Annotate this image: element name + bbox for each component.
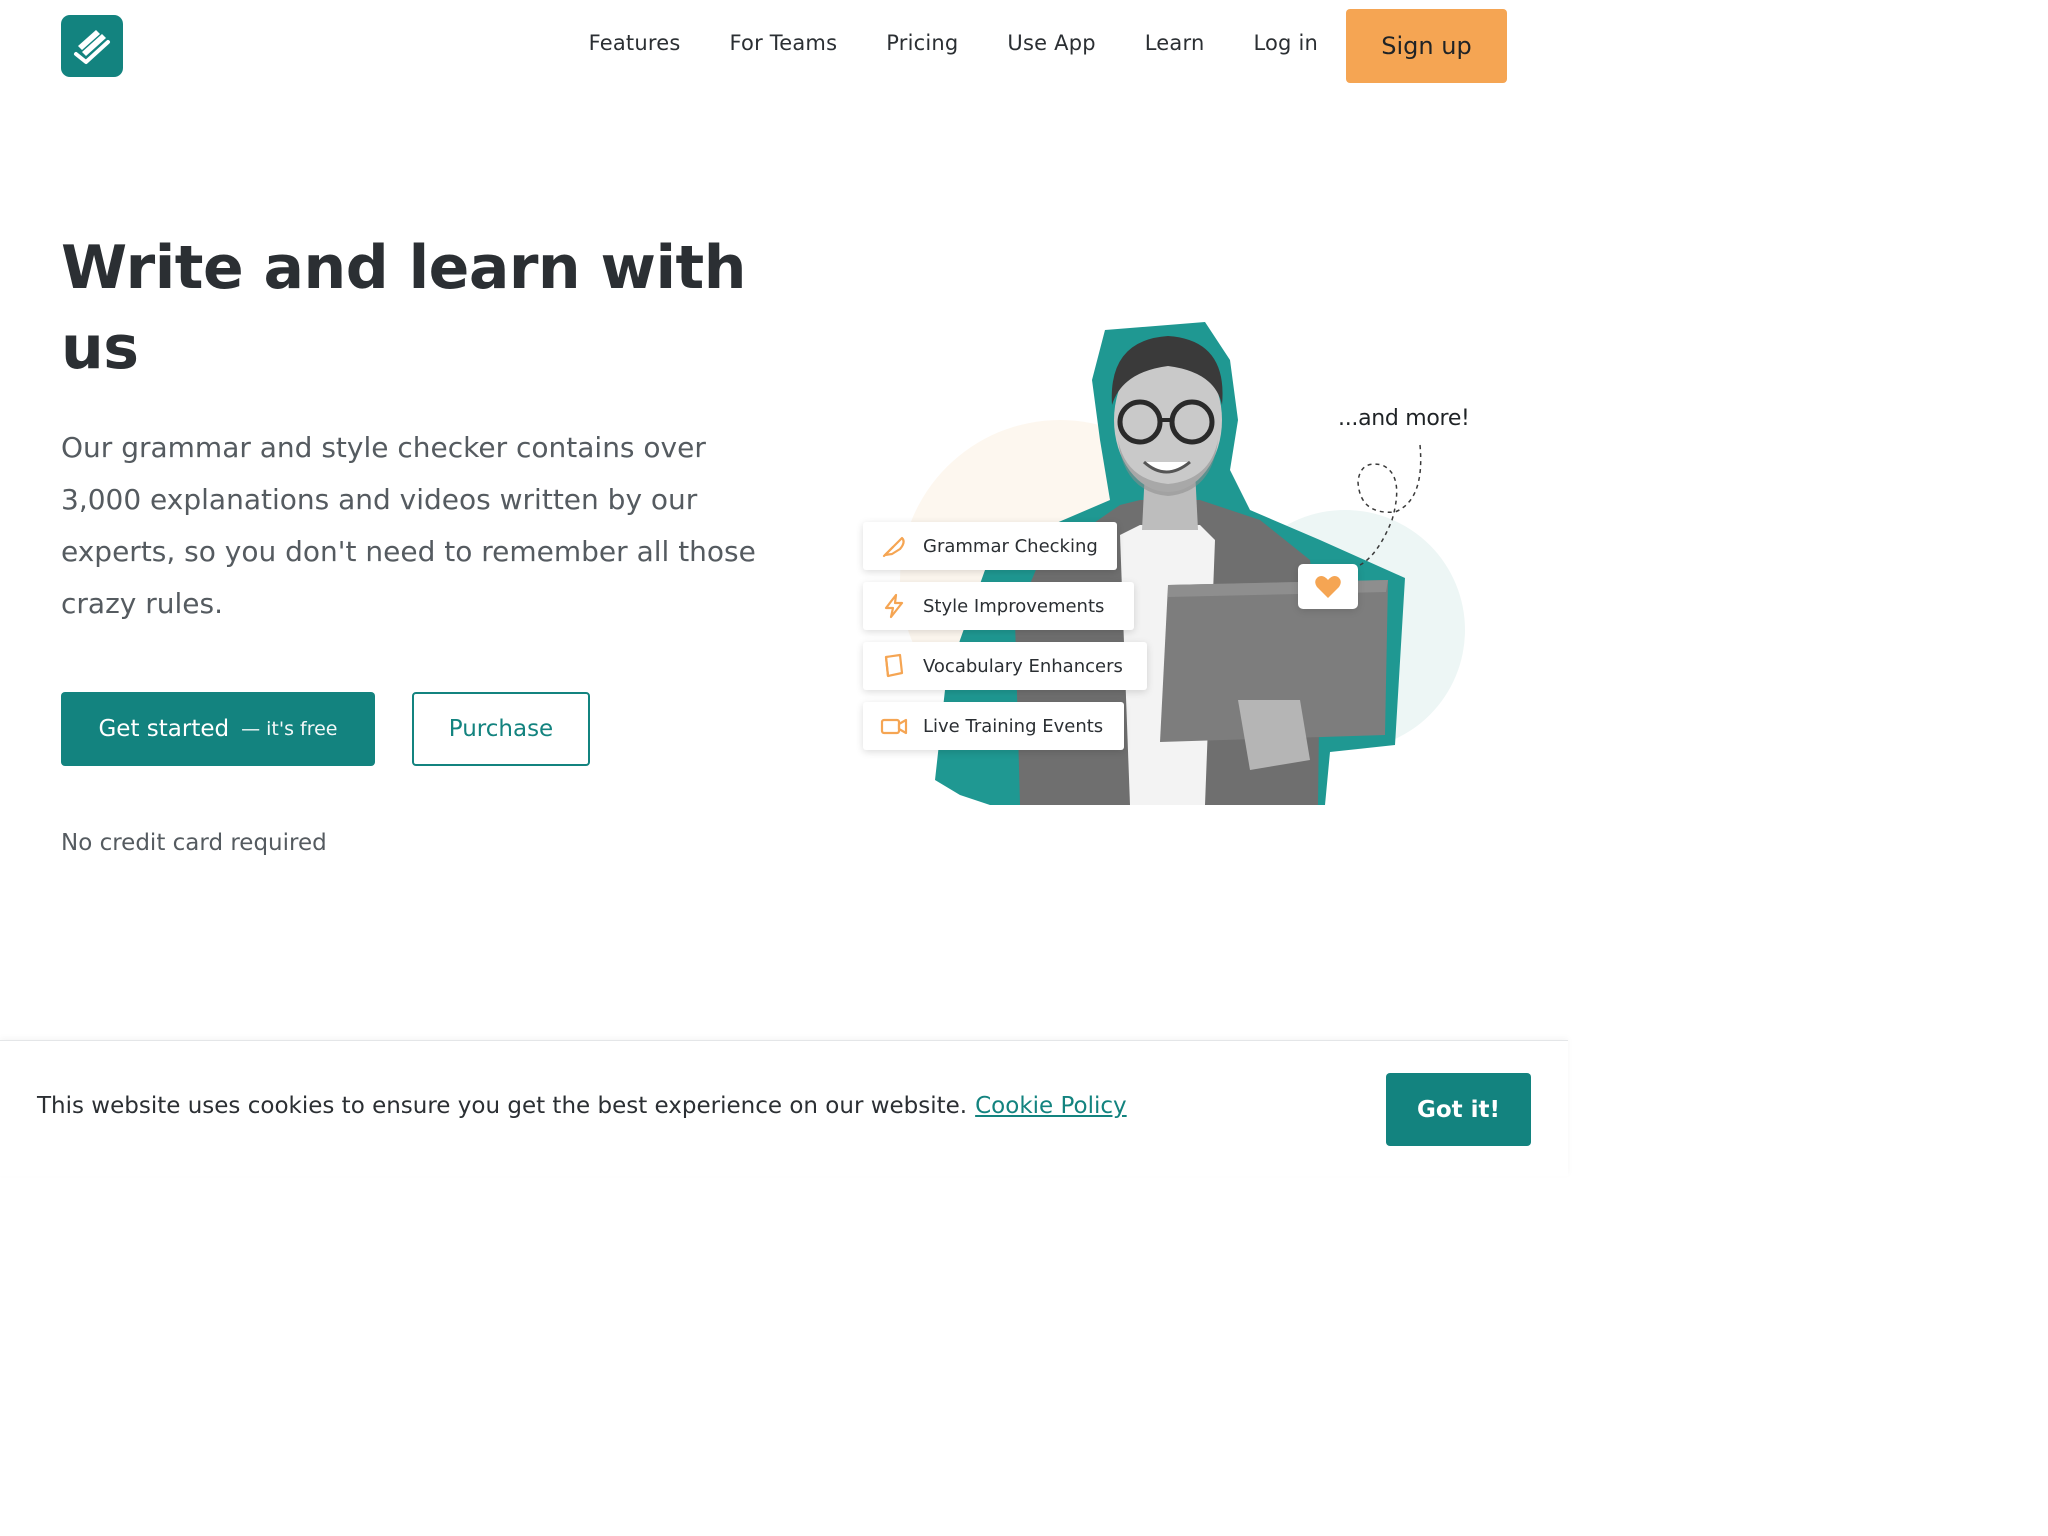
cookie-message: This website uses cookies to ensure you … [37,1093,1127,1119]
cookie-banner: This website uses cookies to ensure you … [0,1040,1568,1176]
feather-pen-icon [879,531,909,561]
feature-label: Vocabulary Enhancers [923,655,1123,677]
feature-grammar-checking: Grammar Checking [863,522,1117,570]
lightning-icon [879,591,909,621]
video-camera-icon [879,711,909,741]
heart-icon [1315,575,1341,598]
got-it-button[interactable]: Got it! [1386,1073,1531,1146]
cookie-policy-link[interactable]: Cookie Policy [975,1093,1127,1119]
heart-badge [1298,564,1358,609]
feature-label: Style Improvements [923,595,1105,617]
book-icon [879,651,909,681]
page: Features For Teams Pricing Use App Learn… [0,0,1568,1176]
and-more-label: ...and more! [1338,406,1470,431]
cookie-text: This website uses cookies to ensure you … [37,1093,968,1119]
feature-live-training-events: Live Training Events [863,702,1124,750]
feature-style-improvements: Style Improvements [863,582,1134,630]
hero-illustration [900,322,1465,805]
feature-label: Live Training Events [923,715,1104,737]
feature-vocabulary-enhancers: Vocabulary Enhancers [863,642,1147,690]
feature-label: Grammar Checking [923,535,1098,557]
